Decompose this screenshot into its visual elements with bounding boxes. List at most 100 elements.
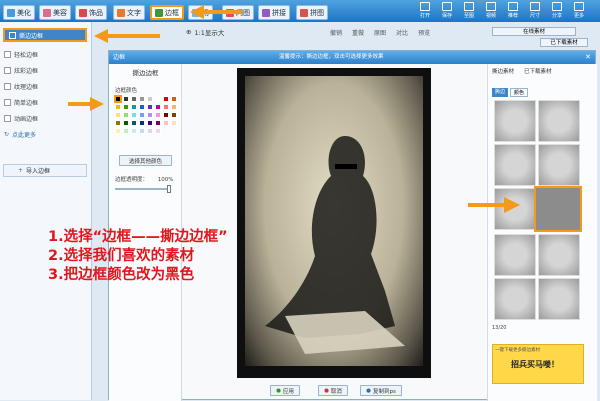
color-swatch[interactable] [131,128,137,134]
color-swatch[interactable] [139,120,145,126]
compare-button[interactable]: 对比 [396,28,408,37]
close-icon[interactable]: ✕ [585,51,591,64]
original-button[interactable]: 原图 [374,28,386,37]
more-button[interactable]: 更多 [570,1,588,21]
copy-ps-button[interactable]: ● 复制到ps [360,385,402,396]
online-material-button[interactable]: 在线素材 [492,27,576,36]
material-thumb[interactable] [538,100,580,142]
video-button[interactable]: 视频 [482,1,500,21]
open-button[interactable]: 打开 [416,1,434,21]
color-swatch[interactable] [139,96,145,102]
color-swatch[interactable] [123,104,129,110]
color-swatch[interactable] [147,128,153,134]
material-thumb[interactable] [494,278,536,320]
slider-handle[interactable] [167,185,171,193]
tab-downloaded-material[interactable]: 已下载素材 [524,67,552,75]
color-swatch[interactable] [139,104,145,110]
material-thumb[interactable] [538,144,580,186]
sidebar-item-easy-frame[interactable]: 轻松边框 [4,50,38,59]
tab-collage[interactable]: 拼图 [296,5,328,20]
color-swatch[interactable] [115,120,121,126]
recommend-icon [508,2,518,11]
ad-banner[interactable]: 一键下载更多撕边素材 招兵买马喽！ [492,344,584,384]
material-thumb[interactable] [538,278,580,320]
color-swatch[interactable] [155,120,161,126]
tab-text[interactable]: 文字 [113,5,145,20]
color-swatch[interactable] [163,96,169,102]
transparency-slider[interactable] [115,185,171,193]
filter-tab-torn[interactable]: 撕边 [492,88,509,97]
preview-image [245,76,423,366]
color-swatch[interactable] [115,104,121,110]
tab-torn-material[interactable]: 撕边素材 [492,67,514,75]
apply-button[interactable]: ● 应用 [270,385,300,396]
undo-button[interactable]: 撤销 [330,28,342,37]
sidebar-item-animated-frame[interactable]: 动画边框 [4,114,38,123]
preview-button[interactable]: 预览 [418,28,430,37]
color-swatch[interactable] [131,104,137,110]
color-swatch[interactable] [147,112,153,118]
color-swatch[interactable] [115,128,121,134]
size-button[interactable]: 尺寸 [526,1,544,21]
color-swatch[interactable] [147,96,153,102]
sidebar-item-simple-frame[interactable]: 简单边框 [4,98,38,107]
redo-button[interactable]: 重做 [352,28,364,37]
color-swatch[interactable] [123,128,129,134]
tab-stitch[interactable]: 拼接 [258,5,290,20]
filter-tab-color[interactable]: 颜色 [510,88,529,97]
image-button[interactable]: 至图 [460,1,478,21]
save-button[interactable]: 保存 [438,1,456,21]
sidebar-item-torn-frame[interactable]: 撕边边框 [3,28,87,42]
sidebar-more-link[interactable]: ↻ 点此更多 [4,130,36,139]
sidebar-item-color-frame[interactable]: 炫彩边框 [4,66,38,75]
material-thumb-selected[interactable] [534,186,582,232]
color-swatch[interactable] [147,104,153,110]
color-swatch[interactable] [131,120,137,126]
tab-decoration[interactable]: 饰品 [75,5,107,20]
color-swatch[interactable] [163,120,169,126]
color-swatch[interactable] [147,120,153,126]
color-swatch[interactable] [139,128,145,134]
tab-beauty[interactable]: 美容 [39,5,71,20]
color-swatch[interactable] [163,112,169,118]
color-swatch[interactable] [131,112,137,118]
material-thumb[interactable] [538,234,580,276]
color-swatch[interactable] [115,112,121,118]
downloaded-material-button[interactable]: 已下载素材 [540,38,588,47]
color-swatch[interactable] [123,96,129,102]
size-icon [530,2,540,11]
color-swatch[interactable] [155,112,161,118]
arrow-to-black-swatch-icon [68,97,104,111]
tab-frame[interactable]: 边框 [150,5,184,20]
cancel-button[interactable]: ● 取消 [318,385,348,396]
tab-beautify[interactable]: 美化 [3,5,35,20]
color-swatch[interactable] [131,96,137,102]
color-swatch[interactable] [123,120,129,126]
color-swatch[interactable] [155,128,161,134]
color-swatch[interactable] [139,112,145,118]
material-thumb[interactable] [494,144,536,186]
color-swatch[interactable] [171,120,177,126]
arrow-to-torn-frame-icon [94,29,160,43]
material-thumb[interactable] [494,234,536,276]
transparency-value: 100% [157,177,174,183]
share-button[interactable]: 分享 [548,1,566,21]
import-frame-button[interactable]: + 导入边框 [3,164,87,177]
recommend-button[interactable]: 推荐 [504,1,522,21]
color-swatch[interactable] [171,104,177,110]
color-swatch[interactable] [123,112,129,118]
material-thumb[interactable] [494,100,536,142]
texture-frame-icon [4,83,11,90]
color-swatch[interactable] [171,112,177,118]
color-swatch[interactable] [155,96,161,102]
color-swatch[interactable] [155,104,161,110]
zoom-control[interactable]: ⊕ 1:1显示大 [186,27,224,37]
color-swatch-black[interactable] [114,95,122,103]
frame-dialog: 边框 温馨提示：撕边边框，双击可选择更多效果 ✕ 撕边边框 边框颜色 选择其他颜… [108,50,597,401]
color-swatch[interactable] [171,96,177,102]
ad-text: 招兵买马喽！ [511,360,559,369]
girl-silhouette [265,136,405,354]
color-swatch[interactable] [163,104,169,110]
more-colors-button[interactable]: 选择其他颜色 [119,155,172,166]
sidebar-item-texture-frame[interactable]: 纹理边框 [4,82,38,91]
